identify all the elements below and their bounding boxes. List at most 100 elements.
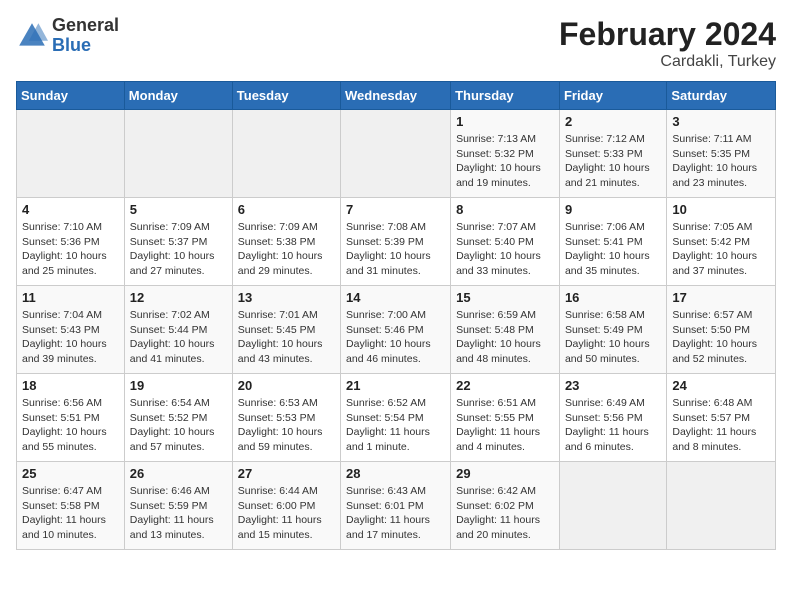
day-number: 23 — [565, 378, 661, 393]
calendar-cell: 9 Sunrise: 7:06 AMSunset: 5:41 PMDaylight… — [559, 198, 666, 286]
day-number: 2 — [565, 114, 661, 129]
day-number: 1 — [456, 114, 554, 129]
calendar-cell: 17Sunrise: 6:57 AMSunset: 5:50 PMDayligh… — [667, 286, 776, 374]
logo: General Blue — [16, 16, 119, 56]
calendar-cell: 13 Sunrise: 7:01 AMSunset: 5:45 PMDayligh… — [232, 286, 340, 374]
calendar-cell: 6 Sunrise: 7:09 AMSunset: 5:38 PMDaylight… — [232, 198, 340, 286]
calendar-cell: 2 Sunrise: 7:12 AMSunset: 5:33 PMDaylight… — [559, 110, 666, 198]
day-info: Sunrise: 7:11 AMSunset: 5:35 PMDaylight:… — [672, 132, 770, 191]
calendar-cell: 28Sunrise: 6:43 AMSunset: 6:01 PMDayligh… — [341, 462, 451, 550]
day-number: 5 — [130, 202, 227, 217]
day-number: 14 — [346, 290, 445, 305]
weekday-header-row: SundayMondayTuesdayWednesdayThursdayFrid… — [17, 82, 776, 110]
title-block: February 2024 Cardakli, Turkey — [559, 16, 776, 71]
day-number: 9 — [565, 202, 661, 217]
day-number: 24 — [672, 378, 770, 393]
weekday-header-monday: Monday — [124, 82, 232, 110]
day-info: Sunrise: 7:02 AMSunset: 5:44 PMDaylight:… — [130, 308, 227, 367]
logo-icon — [16, 20, 48, 52]
day-number: 15 — [456, 290, 554, 305]
day-number: 25 — [22, 466, 119, 481]
calendar-cell: 16 Sunrise: 6:58 AMSunset: 5:49 PMDayligh… — [559, 286, 666, 374]
day-info: Sunrise: 6:44 AMSunset: 6:00 PMDaylight:… — [238, 484, 335, 543]
calendar-cell: 20 Sunrise: 6:53 AMSunset: 5:53 PMDayligh… — [232, 374, 340, 462]
day-number: 16 — [565, 290, 661, 305]
day-info: Sunrise: 6:51 AMSunset: 5:55 PMDaylight:… — [456, 396, 554, 455]
day-info: Sunrise: 7:07 AMSunset: 5:40 PMDaylight:… — [456, 220, 554, 279]
day-number: 20 — [238, 378, 335, 393]
calendar-table: SundayMondayTuesdayWednesdayThursdayFrid… — [16, 81, 776, 550]
day-info: Sunrise: 7:05 AMSunset: 5:42 PMDaylight:… — [672, 220, 770, 279]
calendar-week-row: 4Sunrise: 7:10 AMSunset: 5:36 PMDaylight… — [17, 198, 776, 286]
calendar-cell: 11Sunrise: 7:04 AMSunset: 5:43 PMDayligh… — [17, 286, 125, 374]
weekday-header-saturday: Saturday — [667, 82, 776, 110]
calendar-cell: 5 Sunrise: 7:09 AMSunset: 5:37 PMDaylight… — [124, 198, 232, 286]
calendar-cell: 18 Sunrise: 6:56 AMSunset: 5:51 PMDayligh… — [17, 374, 125, 462]
calendar-week-row: 11Sunrise: 7:04 AMSunset: 5:43 PMDayligh… — [17, 286, 776, 374]
day-info: Sunrise: 6:59 AMSunset: 5:48 PMDaylight:… — [456, 308, 554, 367]
calendar-cell: 12 Sunrise: 7:02 AMSunset: 5:44 PMDayligh… — [124, 286, 232, 374]
day-info: Sunrise: 6:42 AMSunset: 6:02 PMDaylight:… — [456, 484, 554, 543]
calendar-cell: 10 Sunrise: 7:05 AMSunset: 5:42 PMDayligh… — [667, 198, 776, 286]
day-number: 7 — [346, 202, 445, 217]
day-info: Sunrise: 7:04 AMSunset: 5:43 PMDaylight:… — [22, 308, 119, 367]
calendar-week-row: 18 Sunrise: 6:56 AMSunset: 5:51 PMDayligh… — [17, 374, 776, 462]
calendar-cell: 24 Sunrise: 6:48 AMSunset: 5:57 PMDayligh… — [667, 374, 776, 462]
calendar-cell — [17, 110, 125, 198]
weekday-header-tuesday: Tuesday — [232, 82, 340, 110]
day-info: Sunrise: 7:13 AMSunset: 5:32 PMDaylight:… — [456, 132, 554, 191]
weekday-header-thursday: Thursday — [451, 82, 560, 110]
calendar-cell — [559, 462, 666, 550]
calendar-cell: 8Sunrise: 7:07 AMSunset: 5:40 PMDaylight… — [451, 198, 560, 286]
day-number: 18 — [22, 378, 119, 393]
weekday-header-wednesday: Wednesday — [341, 82, 451, 110]
day-number: 10 — [672, 202, 770, 217]
calendar-week-row: 25 Sunrise: 6:47 AMSunset: 5:58 PMDayligh… — [17, 462, 776, 550]
day-info: Sunrise: 6:49 AMSunset: 5:56 PMDaylight:… — [565, 396, 661, 455]
calendar-cell — [124, 110, 232, 198]
day-info: Sunrise: 6:58 AMSunset: 5:49 PMDaylight:… — [565, 308, 661, 367]
day-number: 22 — [456, 378, 554, 393]
day-info: Sunrise: 6:54 AMSunset: 5:52 PMDaylight:… — [130, 396, 227, 455]
location: Cardakli, Turkey — [559, 53, 776, 71]
day-info: Sunrise: 6:57 AMSunset: 5:50 PMDaylight:… — [672, 308, 770, 367]
calendar-cell — [341, 110, 451, 198]
day-info: Sunrise: 6:52 AMSunset: 5:54 PMDaylight:… — [346, 396, 445, 455]
day-number: 27 — [238, 466, 335, 481]
day-number: 6 — [238, 202, 335, 217]
calendar-cell: 14Sunrise: 7:00 AMSunset: 5:46 PMDayligh… — [341, 286, 451, 374]
day-info: Sunrise: 7:09 AMSunset: 5:37 PMDaylight:… — [130, 220, 227, 279]
calendar-cell: 1 Sunrise: 7:13 AMSunset: 5:32 PMDaylight… — [451, 110, 560, 198]
calendar-cell: 29 Sunrise: 6:42 AMSunset: 6:02 PMDayligh… — [451, 462, 560, 550]
month-year: February 2024 — [559, 16, 776, 53]
calendar-cell: 19 Sunrise: 6:54 AMSunset: 5:52 PMDayligh… — [124, 374, 232, 462]
day-number: 13 — [238, 290, 335, 305]
day-number: 12 — [130, 290, 227, 305]
day-info: Sunrise: 6:56 AMSunset: 5:51 PMDaylight:… — [22, 396, 119, 455]
day-info: Sunrise: 6:43 AMSunset: 6:01 PMDaylight:… — [346, 484, 445, 543]
day-number: 3 — [672, 114, 770, 129]
day-number: 19 — [130, 378, 227, 393]
day-info: Sunrise: 7:06 AMSunset: 5:41 PMDaylight:… — [565, 220, 661, 279]
calendar-cell: 21 Sunrise: 6:52 AMSunset: 5:54 PMDayligh… — [341, 374, 451, 462]
weekday-header-friday: Friday — [559, 82, 666, 110]
logo-general: General — [52, 16, 119, 36]
day-info: Sunrise: 7:08 AMSunset: 5:39 PMDaylight:… — [346, 220, 445, 279]
calendar-cell: 23 Sunrise: 6:49 AMSunset: 5:56 PMDayligh… — [559, 374, 666, 462]
day-info: Sunrise: 6:53 AMSunset: 5:53 PMDaylight:… — [238, 396, 335, 455]
calendar-cell: 4Sunrise: 7:10 AMSunset: 5:36 PMDaylight… — [17, 198, 125, 286]
calendar-cell: 15 Sunrise: 6:59 AMSunset: 5:48 PMDayligh… — [451, 286, 560, 374]
day-info: Sunrise: 7:01 AMSunset: 5:45 PMDaylight:… — [238, 308, 335, 367]
day-info: Sunrise: 6:47 AMSunset: 5:58 PMDaylight:… — [22, 484, 119, 543]
day-info: Sunrise: 6:48 AMSunset: 5:57 PMDaylight:… — [672, 396, 770, 455]
day-number: 29 — [456, 466, 554, 481]
day-info: Sunrise: 7:12 AMSunset: 5:33 PMDaylight:… — [565, 132, 661, 191]
logo-text: General Blue — [52, 16, 119, 56]
weekday-header-sunday: Sunday — [17, 82, 125, 110]
day-number: 21 — [346, 378, 445, 393]
day-info: Sunrise: 7:09 AMSunset: 5:38 PMDaylight:… — [238, 220, 335, 279]
calendar-cell: 22 Sunrise: 6:51 AMSunset: 5:55 PMDayligh… — [451, 374, 560, 462]
calendar-week-row: 1 Sunrise: 7:13 AMSunset: 5:32 PMDaylight… — [17, 110, 776, 198]
calendar-cell — [667, 462, 776, 550]
calendar-cell: 27 Sunrise: 6:44 AMSunset: 6:00 PMDayligh… — [232, 462, 340, 550]
